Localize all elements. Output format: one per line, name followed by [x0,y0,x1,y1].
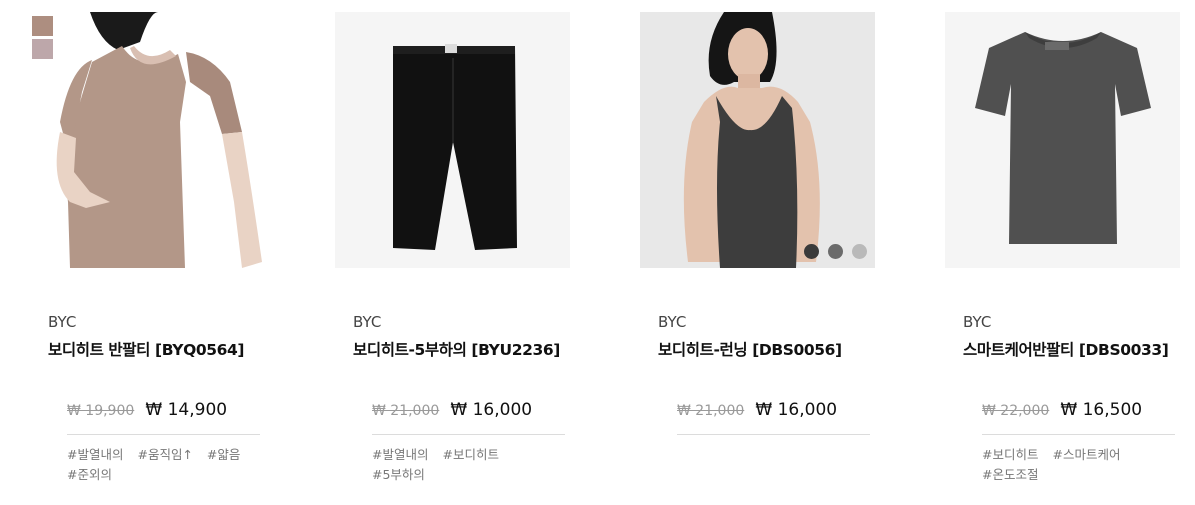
product-name[interactable]: 보디히트 반팔티 [BYQ0564] [48,338,244,360]
divider [982,434,1175,435]
product-card[interactable]: BYC 보디히트-5부하의 [BYU2236] ₩ 21,000 ₩ 16,00… [305,0,605,505]
sale-price: ₩ 16,500 [1060,400,1143,420]
product-card[interactable]: BYC 스마트케어반팔티 [DBS0033] ₩ 22,000 ₩ 16,500… [915,0,1195,505]
divider [372,434,565,435]
tag[interactable]: #스마트케어 [1052,447,1120,462]
color-options [800,244,867,263]
product-name[interactable]: 보디히트-5부하의 [BYU2236] [353,338,560,360]
product-image[interactable] [640,12,875,268]
color-option-dark[interactable] [803,244,819,259]
tag[interactable]: #움직임↑ [137,447,192,462]
swatch-2[interactable] [32,39,53,59]
product-card[interactable]: BYC 보디히트-런닝 [DBS0056] ₩ 21,000 ₩ 16,000 [610,0,910,505]
tag[interactable]: #얇음 [207,447,240,462]
tag[interactable]: #보디히트 [442,447,498,462]
price-row: ₩ 21,000 ₩ 16,000 [677,400,837,420]
price-row: ₩ 21,000 ₩ 16,000 [372,400,532,420]
tag[interactable]: #온도조절 [982,467,1038,482]
sale-price: ₩ 14,900 [145,400,228,420]
product-card[interactable]: BYC 보디히트 반팔티 [BYQ0564] ₩ 19,900 ₩ 14,900… [0,0,300,505]
price-row: ₩ 19,900 ₩ 14,900 [67,400,227,420]
tag[interactable]: #준외의 [67,467,112,482]
color-swatches [32,16,53,62]
product-image[interactable] [335,12,570,268]
original-price: ₩ 19,900 [67,403,135,419]
tag-list: #발열내의 #보디히트 #5부하의 [372,445,572,485]
product-name[interactable]: 보디히트-런닝 [DBS0056] [658,338,842,360]
product-brand: BYC [353,313,382,331]
tag-list: #발열내의 #움직임↑ #얇음 #준외의 [67,445,267,485]
product-image[interactable] [945,12,1180,268]
tag[interactable]: #발열내의 [67,447,123,462]
price-row: ₩ 22,000 ₩ 16,500 [982,400,1142,420]
product-brand: BYC [658,313,687,331]
tag[interactable]: #5부하의 [372,467,425,482]
original-price: ₩ 21,000 [677,403,745,419]
product-name[interactable]: 스마트케어반팔티 [DBS0033] [963,338,1169,360]
product-image[interactable] [30,12,265,268]
divider [677,434,870,435]
divider [67,434,260,435]
original-price: ₩ 22,000 [982,403,1050,419]
sale-price: ₩ 16,000 [450,400,533,420]
color-option-grey[interactable] [827,244,843,259]
tag[interactable]: #보디히트 [982,447,1038,462]
product-brand: BYC [963,313,992,331]
swatch-1[interactable] [32,16,53,36]
tag-list: #보디히트 #스마트케어 #온도조절 [982,445,1182,485]
original-price: ₩ 21,000 [372,403,440,419]
color-option-light[interactable] [852,244,867,259]
product-brand: BYC [48,313,77,331]
tag[interactable]: #발열내의 [372,447,428,462]
sale-price: ₩ 16,000 [755,400,838,420]
